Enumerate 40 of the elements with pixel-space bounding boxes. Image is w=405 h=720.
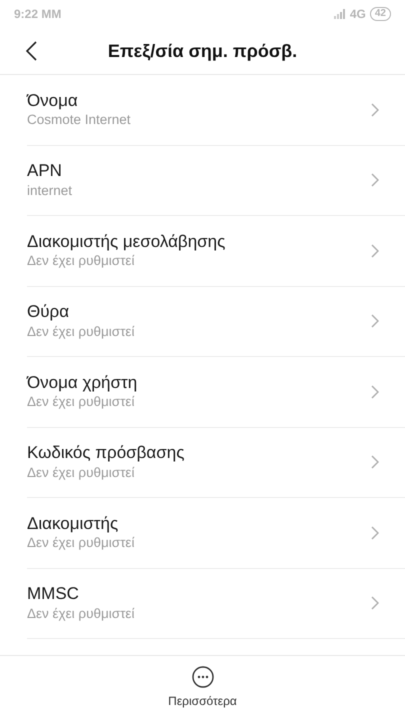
chevron-icon	[371, 384, 379, 399]
signal-icon	[334, 9, 346, 19]
chevron-icon	[371, 102, 379, 117]
item-value: Δεν έχει ρυθμιστεί	[27, 604, 134, 622]
settings-item[interactable]: Όνομα Cosmote Internet	[27, 75, 405, 146]
settings-item[interactable]: MMSC Δεν έχει ρυθμιστεί	[27, 568, 405, 639]
chevron-icon	[371, 526, 379, 540]
item-value: Δεν έχει ρυθμιστεί	[27, 322, 134, 340]
settings-item[interactable]: Διακομιστής Δεν έχει ρυθμιστεί	[27, 498, 405, 568]
item-title: Όνομα	[27, 90, 79, 112]
settings-item[interactable]: Όνομα χρήστη Δεν έχει ρυθμιστεί	[27, 357, 405, 428]
more-button[interactable]: Περισσότερα	[168, 666, 237, 710]
item-value: internet	[27, 182, 72, 200]
settings-item[interactable]: APN internet	[27, 146, 405, 216]
settings-item[interactable]: Θύρα Δεν έχει ρυθμιστεί	[27, 286, 405, 357]
chevron-icon	[371, 314, 379, 328]
network-label: 4G	[350, 6, 366, 23]
item-value: Δεν έχει ρυθμιστεί	[27, 393, 136, 411]
battery-level: 42	[370, 7, 391, 21]
back-icon[interactable]	[26, 41, 37, 61]
settings-item[interactable]: Διακομιστής μεσολάβησης Δεν έχει ρυθμιστεί	[27, 216, 405, 286]
chevron-icon	[371, 455, 379, 470]
item-title: Διακομιστής	[27, 514, 120, 534]
item-title: Διακομιστής μεσολάβησης	[27, 232, 226, 252]
item-value: Cosmote Internet	[27, 111, 131, 129]
item-title: MMSC	[27, 584, 80, 605]
chevron-icon	[371, 173, 379, 188]
chevron-icon	[371, 596, 379, 610]
item-title: Όνομα χρήστη	[27, 372, 138, 394]
screen-title: Επεξ/σία σημ. πρόσβ.	[108, 40, 298, 63]
item-title: Θύρα	[27, 302, 70, 323]
item-value: Δεν έχει ρυθμιστεί	[27, 252, 136, 270]
chevron-icon	[371, 244, 379, 258]
item-title: Κωδικός πρόσβασης	[27, 443, 184, 464]
item-value: Δεν έχει ρυθμιστεί	[27, 464, 136, 482]
item-value: Δεν έχει ρυθμιστεί	[27, 534, 134, 552]
settings-item[interactable]: Κωδικός πρόσβασης Δεν έχει ρυθμιστεί	[27, 428, 405, 498]
status-time: 9:22 MM	[14, 6, 62, 23]
item-title: APN	[27, 161, 63, 182]
more-icon	[192, 666, 214, 688]
